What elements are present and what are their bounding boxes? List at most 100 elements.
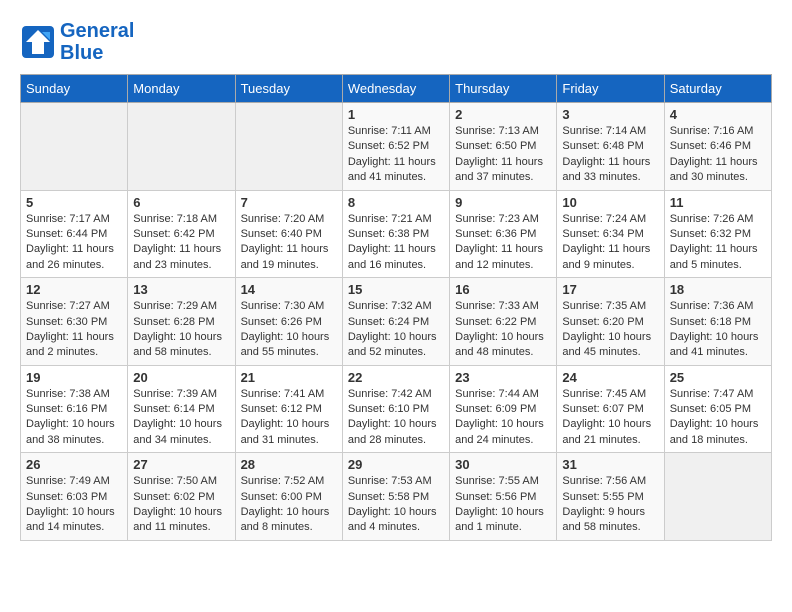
day-info-line: Sunrise: 7:17 AM [26, 213, 110, 225]
day-info-line: Sunrise: 7:27 AM [26, 300, 110, 312]
day-info-line: Sunset: 6:18 PM [670, 316, 751, 328]
day-info-line: Daylight: 11 hours [26, 243, 114, 255]
day-info-line: Daylight: 11 hours [455, 243, 543, 255]
day-info: Sunrise: 7:49 AMSunset: 6:03 PMDaylight:… [26, 474, 122, 536]
day-info-line: Sunset: 6:07 PM [562, 403, 643, 415]
day-info: Sunrise: 7:53 AMSunset: 5:58 PMDaylight:… [348, 474, 444, 536]
day-info-line: and 4 minutes. [348, 521, 420, 533]
calendar-cell [21, 103, 128, 191]
calendar-cell: 22Sunrise: 7:42 AMSunset: 6:10 PMDayligh… [342, 365, 449, 453]
day-info-line: and 58 minutes. [133, 346, 211, 358]
calendar-cell: 3 Sunrise: 7:14 AMSunset: 6:48 PMDaylight… [557, 103, 664, 191]
day-info: Sunrise: 7:50 AMSunset: 6:02 PMDaylight:… [133, 474, 229, 536]
day-info-line: Daylight: 10 hours [26, 418, 115, 430]
day-number: 21 [241, 370, 337, 385]
calendar-week-row: 12Sunrise: 7:27 AMSunset: 6:30 PMDayligh… [21, 278, 772, 366]
day-info-line: Sunrise: 7:38 AM [26, 388, 110, 400]
day-info: Sunrise: 7:16 AMSunset: 6:46 PMDaylight:… [670, 124, 766, 186]
day-info: Sunrise: 7:30 AMSunset: 6:26 PMDaylight:… [241, 299, 337, 361]
calendar-week-row: 1Sunrise: 7:11 AMSunset: 6:52 PMDaylight… [21, 103, 772, 191]
day-info: Sunrise: 7:18 AMSunset: 6:42 PMDaylight:… [133, 212, 229, 274]
day-info-line: and 9 minutes. [562, 259, 634, 271]
day-info-line: Daylight: 11 hours [348, 243, 436, 255]
day-of-week-header: Tuesday [235, 75, 342, 103]
day-info-line: and 21 minutes. [562, 434, 640, 446]
day-info-line: and 37 minutes. [455, 171, 533, 183]
day-info-line: and 14 minutes. [26, 521, 104, 533]
logo-blue: Blue [60, 42, 134, 64]
day-info-line: and 5 minutes. [670, 259, 742, 271]
day-info: Sunrise: 7:21 AMSunset: 6:38 PMDaylight:… [348, 212, 444, 274]
day-info-line: and 38 minutes. [26, 434, 104, 446]
day-info-line: Sunset: 6:12 PM [241, 403, 322, 415]
day-info-line: Sunrise: 7:32 AM [348, 300, 432, 312]
day-info-line: Daylight: 10 hours [670, 331, 759, 343]
day-info-line: Sunset: 6:32 PM [670, 228, 751, 240]
day-of-week-header: Friday [557, 75, 664, 103]
calendar-cell: 16Sunrise: 7:33 AMSunset: 6:22 PMDayligh… [450, 278, 557, 366]
day-info-line: and 34 minutes. [133, 434, 211, 446]
day-info-line: Sunrise: 7:45 AM [562, 388, 646, 400]
calendar-cell: 23Sunrise: 7:44 AMSunset: 6:09 PMDayligh… [450, 365, 557, 453]
day-info-line: and 58 minutes. [562, 521, 640, 533]
day-of-week-header: Monday [128, 75, 235, 103]
day-info-line: Daylight: 11 hours [348, 156, 436, 168]
day-number: 22 [348, 370, 444, 385]
calendar-cell: 7Sunrise: 7:20 AMSunset: 6:40 PMDaylight… [235, 190, 342, 278]
calendar-table: SundayMondayTuesdayWednesdayThursdayFrid… [20, 74, 772, 541]
day-info: Sunrise: 7:14 AMSunset: 6:48 PMDaylight:… [562, 124, 658, 186]
page-header: General Blue [20, 20, 772, 64]
day-info-line: and 52 minutes. [348, 346, 426, 358]
day-of-week-header: Sunday [21, 75, 128, 103]
day-number: 27 [133, 457, 229, 472]
day-info-line: Daylight: 11 hours [26, 331, 114, 343]
day-number: 28 [241, 457, 337, 472]
calendar-week-row: 26Sunrise: 7:49 AMSunset: 6:03 PMDayligh… [21, 453, 772, 541]
calendar-cell: 26Sunrise: 7:49 AMSunset: 6:03 PMDayligh… [21, 453, 128, 541]
day-info: Sunrise: 7:32 AMSunset: 6:24 PMDaylight:… [348, 299, 444, 361]
calendar-cell: 10Sunrise: 7:24 AMSunset: 6:34 PMDayligh… [557, 190, 664, 278]
day-info-line: Daylight: 10 hours [26, 506, 115, 518]
logo-general: General [60, 20, 134, 42]
day-info-line: Daylight: 9 hours [562, 506, 645, 518]
day-info-line: Sunset: 6:38 PM [348, 228, 429, 240]
day-info-line: Sunset: 6:20 PM [562, 316, 643, 328]
day-info-line: Daylight: 10 hours [241, 506, 330, 518]
day-number: 20 [133, 370, 229, 385]
day-info-line: Sunrise: 7:50 AM [133, 475, 217, 487]
day-info-line: Sunset: 6:52 PM [348, 140, 429, 152]
calendar-cell: 15Sunrise: 7:32 AMSunset: 6:24 PMDayligh… [342, 278, 449, 366]
day-info-line: Sunrise: 7:47 AM [670, 388, 754, 400]
day-info-line: Daylight: 11 hours [562, 243, 650, 255]
day-info-line: Sunset: 6:28 PM [133, 316, 214, 328]
day-info-line: Sunrise: 7:14 AM [562, 125, 646, 137]
day-number: 4 [670, 107, 766, 122]
day-info-line: and 24 minutes. [455, 434, 533, 446]
calendar-cell: 18Sunrise: 7:36 AMSunset: 6:18 PMDayligh… [664, 278, 771, 366]
calendar-cell: 8Sunrise: 7:21 AMSunset: 6:38 PMDaylight… [342, 190, 449, 278]
day-info: Sunrise: 7:11 AMSunset: 6:52 PMDaylight:… [348, 124, 444, 186]
day-info-line: Sunset: 5:55 PM [562, 491, 643, 503]
day-info-line: Sunrise: 7:20 AM [241, 213, 325, 225]
calendar-cell: 31Sunrise: 7:56 AMSunset: 5:55 PMDayligh… [557, 453, 664, 541]
day-info: Sunrise: 7:55 AMSunset: 5:56 PMDaylight:… [455, 474, 551, 536]
day-number: 2 [455, 107, 551, 122]
day-info: Sunrise: 7:26 AMSunset: 6:32 PMDaylight:… [670, 212, 766, 274]
day-info: Sunrise: 7:33 AMSunset: 6:22 PMDaylight:… [455, 299, 551, 361]
calendar-week-row: 5Sunrise: 7:17 AMSunset: 6:44 PMDaylight… [21, 190, 772, 278]
day-info-line: and 45 minutes. [562, 346, 640, 358]
day-info-line: Daylight: 10 hours [133, 506, 222, 518]
day-number: 23 [455, 370, 551, 385]
day-info-line: and 41 minutes. [670, 346, 748, 358]
calendar-cell: 30Sunrise: 7:55 AMSunset: 5:56 PMDayligh… [450, 453, 557, 541]
day-number: 3 [562, 107, 658, 122]
calendar-cell: 21Sunrise: 7:41 AMSunset: 6:12 PMDayligh… [235, 365, 342, 453]
day-info-line: Sunset: 6:05 PM [670, 403, 751, 415]
day-info-line: and 2 minutes. [26, 346, 98, 358]
calendar-cell: 1Sunrise: 7:11 AMSunset: 6:52 PMDaylight… [342, 103, 449, 191]
day-info-line: and 48 minutes. [455, 346, 533, 358]
day-info: Sunrise: 7:27 AMSunset: 6:30 PMDaylight:… [26, 299, 122, 361]
day-info-line: Sunset: 6:36 PM [455, 228, 536, 240]
day-info-line: Daylight: 10 hours [348, 506, 437, 518]
day-info-line: and 33 minutes. [562, 171, 640, 183]
